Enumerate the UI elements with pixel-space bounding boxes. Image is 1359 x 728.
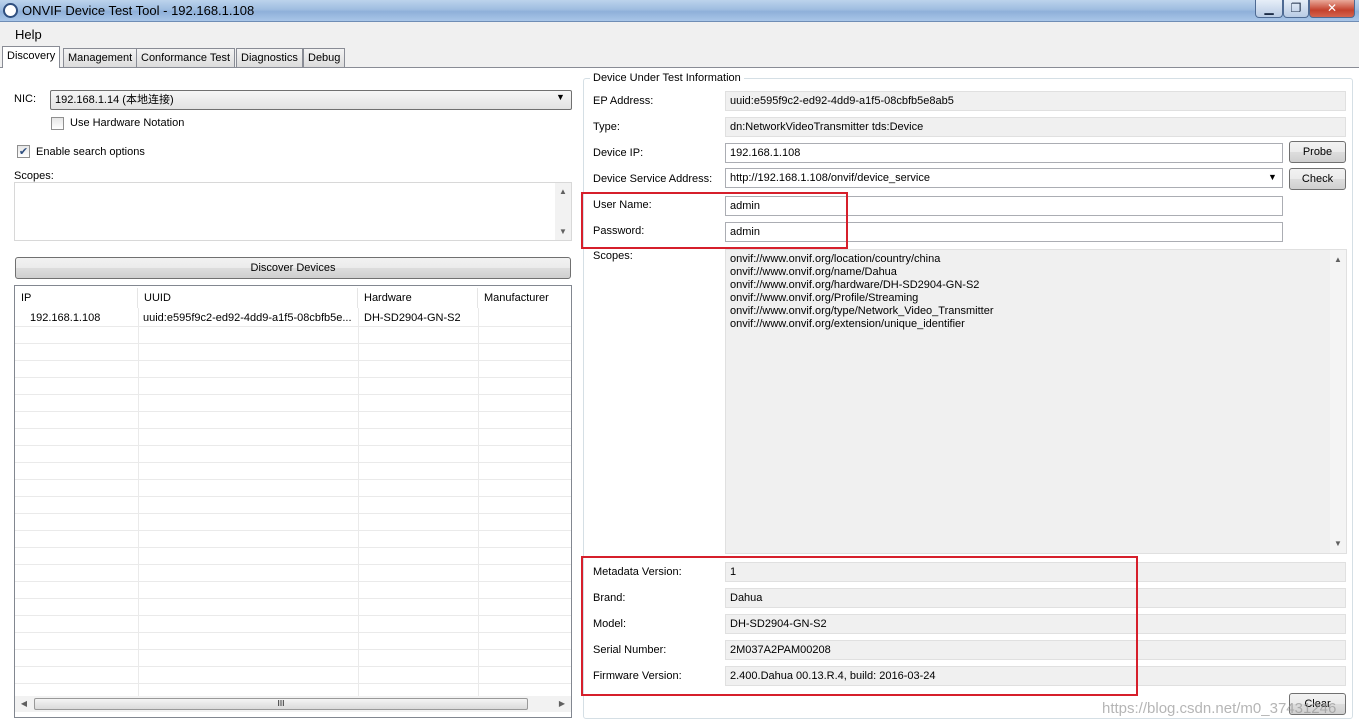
- check-button[interactable]: Check: [1289, 168, 1346, 190]
- chevron-down-icon: ▼: [1268, 172, 1277, 182]
- grid-row-line: [15, 496, 571, 497]
- tab-debug[interactable]: Debug: [303, 48, 346, 67]
- grid-row-line: [15, 513, 571, 514]
- maximize-icon[interactable]: ❐: [1283, 0, 1309, 18]
- grid-row-line: [15, 683, 571, 684]
- tab-conformance-test[interactable]: Conformance Test: [136, 48, 236, 67]
- grid-column-line: [478, 308, 479, 696]
- scope-line: onvif://www.onvif.org/hardware/DH-SD2904…: [730, 279, 980, 291]
- highlight-box-device-info: [581, 556, 1138, 696]
- ep-address-field[interactable]: uuid:e595f9c2-ed92-4dd9-a1f5-08cbfb5e8ab…: [725, 91, 1346, 111]
- grid-row-line: [15, 377, 571, 378]
- scroll-up-icon[interactable]: ▲: [1330, 252, 1346, 268]
- cell-uuid: uuid:e595f9c2-ed92-4dd9-a1f5-08cbfb5e...: [143, 312, 352, 324]
- grid-row-line: [15, 564, 571, 565]
- probe-button[interactable]: Probe: [1289, 141, 1346, 163]
- minimize-icon[interactable]: ▁: [1255, 0, 1283, 18]
- grid-row-line: [15, 411, 571, 412]
- device-service-address-label: Device Service Address:: [593, 173, 713, 185]
- column-header-uuid[interactable]: UUID: [138, 288, 358, 308]
- grid-row-line: [15, 445, 571, 446]
- group-title: Device Under Test Information: [590, 72, 744, 84]
- scope-line: onvif://www.onvif.org/location/country/c…: [730, 253, 941, 265]
- grid-row-line: [15, 530, 571, 531]
- grid-row-line: [15, 394, 571, 395]
- grid-row-line: [15, 360, 571, 361]
- cell-manufacturer: [484, 310, 569, 327]
- scope-line: onvif://www.onvif.org/extension/unique_i…: [730, 318, 965, 330]
- use-hardware-notation-checkbox[interactable]: [51, 117, 64, 130]
- grid-row-line: [15, 547, 571, 548]
- type-field[interactable]: dn:NetworkVideoTransmitter tds:Device: [725, 117, 1346, 137]
- grid-column-line: [358, 308, 359, 696]
- tab-diagnostics[interactable]: Diagnostics: [236, 48, 303, 67]
- scroll-up-icon[interactable]: ▲: [555, 184, 571, 200]
- dut-scopes-textarea[interactable]: onvif://www.onvif.org/location/country/c…: [725, 249, 1347, 554]
- cell-ip: 192.168.1.108: [30, 312, 101, 324]
- scopes-textarea[interactable]: [14, 182, 572, 241]
- scroll-down-icon[interactable]: ▼: [1330, 536, 1346, 552]
- column-header-hardware[interactable]: Hardware: [358, 288, 478, 308]
- grid-row-line: [15, 632, 571, 633]
- device-service-address-select[interactable]: http://192.168.1.108/onvif/device_servic…: [725, 168, 1283, 188]
- device-ip-label: Device IP:: [593, 147, 644, 159]
- app-icon: [3, 3, 18, 18]
- grid-row-line: [15, 479, 571, 480]
- column-header-ip[interactable]: IP: [15, 288, 138, 308]
- grid-row-line: [15, 615, 571, 616]
- scope-line: onvif://www.onvif.org/name/Dahua: [730, 266, 897, 278]
- scope-line: onvif://www.onvif.org/type/Network_Video…: [730, 305, 994, 317]
- grid-row-line: [15, 462, 571, 463]
- scroll-right-icon[interactable]: ▶: [554, 696, 570, 712]
- grid-row-line: [15, 666, 571, 667]
- nic-label: NIC:: [14, 93, 36, 105]
- dut-scopes-label: Scopes:: [593, 250, 633, 262]
- cell-hardware: DH-SD2904-GN-S2: [364, 312, 461, 324]
- device-ip-field[interactable]: 192.168.1.108: [725, 143, 1283, 163]
- enable-search-options-label: Enable search options: [36, 146, 145, 158]
- grid-row-line: [15, 598, 571, 599]
- dut-scopes-scrollbar[interactable]: [1330, 250, 1346, 553]
- column-header-manufacturer[interactable]: Manufacturer: [478, 288, 571, 308]
- scroll-down-icon[interactable]: ▼: [555, 224, 571, 240]
- chevron-down-icon: ▼: [556, 92, 565, 102]
- table-row[interactable]: 192.168.1.108 uuid:e595f9c2-ed92-4dd9-a1…: [15, 310, 571, 327]
- scope-line: onvif://www.onvif.org/Profile/Streaming: [730, 292, 919, 304]
- tab-discovery[interactable]: Discovery: [2, 46, 61, 68]
- discover-devices-button[interactable]: Discover Devices: [15, 257, 571, 279]
- type-label: Type:: [593, 121, 620, 133]
- close-icon[interactable]: ✕: [1309, 0, 1355, 18]
- tab-management[interactable]: Management: [63, 48, 138, 67]
- ep-address-label: EP Address:: [593, 95, 654, 107]
- menu-bar: [0, 22, 1359, 44]
- grid-row-line: [15, 428, 571, 429]
- device-list-grid: [15, 308, 571, 696]
- window-title: ONVIF Device Test Tool - 192.168.1.108: [22, 3, 255, 18]
- watermark: https://blog.csdn.net/m0_37431246: [1102, 700, 1337, 717]
- grid-column-line: [138, 308, 139, 696]
- use-hardware-notation-label: Use Hardware Notation: [70, 117, 185, 129]
- scopes-label: Scopes:: [14, 170, 54, 182]
- menu-help[interactable]: Help: [15, 27, 42, 42]
- nic-select[interactable]: 192.168.1.14 (本地连接): [50, 90, 572, 110]
- highlight-box-credentials: [581, 192, 848, 249]
- scroll-left-icon[interactable]: ◀: [16, 696, 32, 712]
- nic-select-value: 192.168.1.14 (本地连接): [55, 94, 174, 106]
- grid-row-line: [15, 343, 571, 344]
- horizontal-scroll-thumb[interactable]: III: [34, 698, 528, 710]
- enable-search-options-checkbox[interactable]: ✔: [17, 145, 30, 158]
- grid-row-line: [15, 581, 571, 582]
- grid-row-line: [15, 649, 571, 650]
